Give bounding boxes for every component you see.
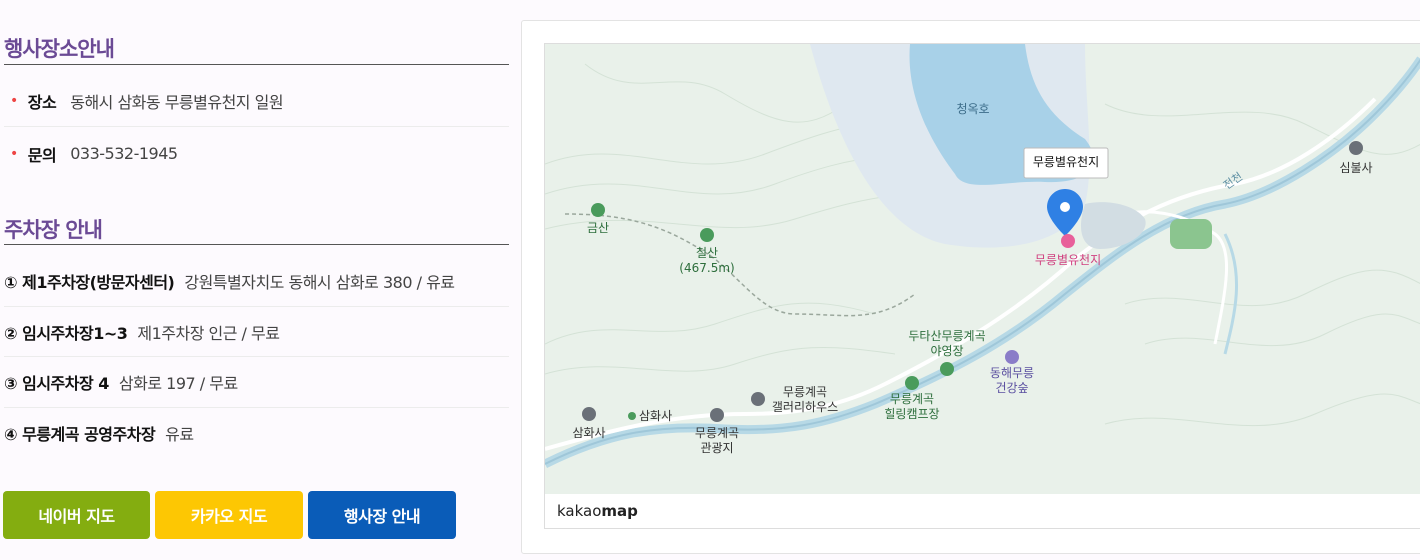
place-tour: 무릉계곡 [695,426,739,440]
venue-item-value: 동해시 삼화동 무릉별유천지 일원 [70,92,284,112]
parking-item-3: ③ 임시주차장 4 삼화로 197 / 무료 [4,357,509,408]
venue-item-label: 문의 [27,145,57,165]
parking-item-value: 삼화로 197 / 무료 [118,374,238,393]
place-galleryb: 갤러리하우스 [772,400,838,414]
parking-item-label: ③ 임시주차장 4 [4,374,109,393]
kakaomap-logo: kakaomap [557,502,638,520]
venue-guide-button[interactable]: 행사장 안내 [308,491,456,539]
venue-item-place: • 장소 동해시 삼화동 무릉별유천지 일원 [4,75,509,127]
parking-item-4: ④ 무릉계곡 공영주차장 유료 [4,408,509,458]
marker-place-name: 무릉별유천지 [1035,252,1101,267]
bullet-icon: • [10,92,18,109]
place-simbulsa: 심불사 [1339,161,1372,175]
venue-title: 행사장소안내 [4,37,115,61]
place-cheolsan-height: (467.5m) [679,261,734,275]
place-gallery: 무릉계곡 [783,385,827,399]
place-camp2: 무릉계곡 [890,392,934,406]
kakao-map-button[interactable]: 카카오 지도 [155,491,303,539]
parking-item-2: ② 임시주차장1~3 제1주차장 인근 / 무료 [4,307,509,357]
place-tourb: 관광지 [700,441,733,455]
place-camp2b: 힐링캠프장 [884,407,939,421]
place-samhwasa: 삼화사 [572,426,605,440]
place-samhwasa-stop: 삼화사 [639,409,672,423]
marker-label: 무릉별유천지 [1033,154,1099,169]
parking-item-label: ① 제1주차장(방문자센터) [4,272,175,292]
naver-map-button[interactable]: 네이버 지도 [3,491,150,539]
parking-item-value: 제1주차장 인근 / 무료 [137,323,280,343]
place-camp1: 두타산무릉계곡 [908,329,985,343]
place-forestb: 건강숲 [995,381,1028,395]
parking-title: 주차장 안내 [4,218,103,242]
bullet-icon: • [10,145,18,162]
parking-item-label: ② 임시주차장1~3 [4,323,128,343]
info-panel: 행사장소안내 • 장소 동해시 삼화동 무릉별유천지 일원 • 문의 033-5… [0,0,512,560]
venue-item-label: 장소 [27,92,57,112]
map-footer: kakaomap [544,494,1420,529]
venue-item-value: 033-532-1945 [70,144,178,163]
map-view[interactable]: 금산 철산 (467.5m) 청옥호 심불사 전천 두타산무릉계곡 야영장 동해… [544,43,1420,495]
parking-item-1: ① 제1주차장(방문자센터) 강원특별자치도 동해시 삼화로 380 / 유료 [4,255,509,307]
parking-divider [4,244,509,245]
parking-item-label: ④ 무릉계곡 공영주차장 [4,425,156,444]
place-forest: 동해무릉 [990,366,1034,380]
venue-divider [4,64,509,65]
venue-item-contact: • 문의 033-532-1945 [4,127,509,180]
map-canvas: 금산 철산 (467.5m) 청옥호 심불사 전천 두타산무릉계곡 야영장 동해… [545,44,1420,494]
lake-label: 청옥호 [956,102,989,116]
place-geumsan: 금산 [587,221,609,235]
place-cheolsan: 철산 [696,246,718,260]
parking-item-value: 유료 [165,425,194,444]
place-camp1b: 야영장 [930,344,963,358]
parking-item-value: 강원특별자치도 동해시 삼화로 380 / 유료 [184,272,455,292]
